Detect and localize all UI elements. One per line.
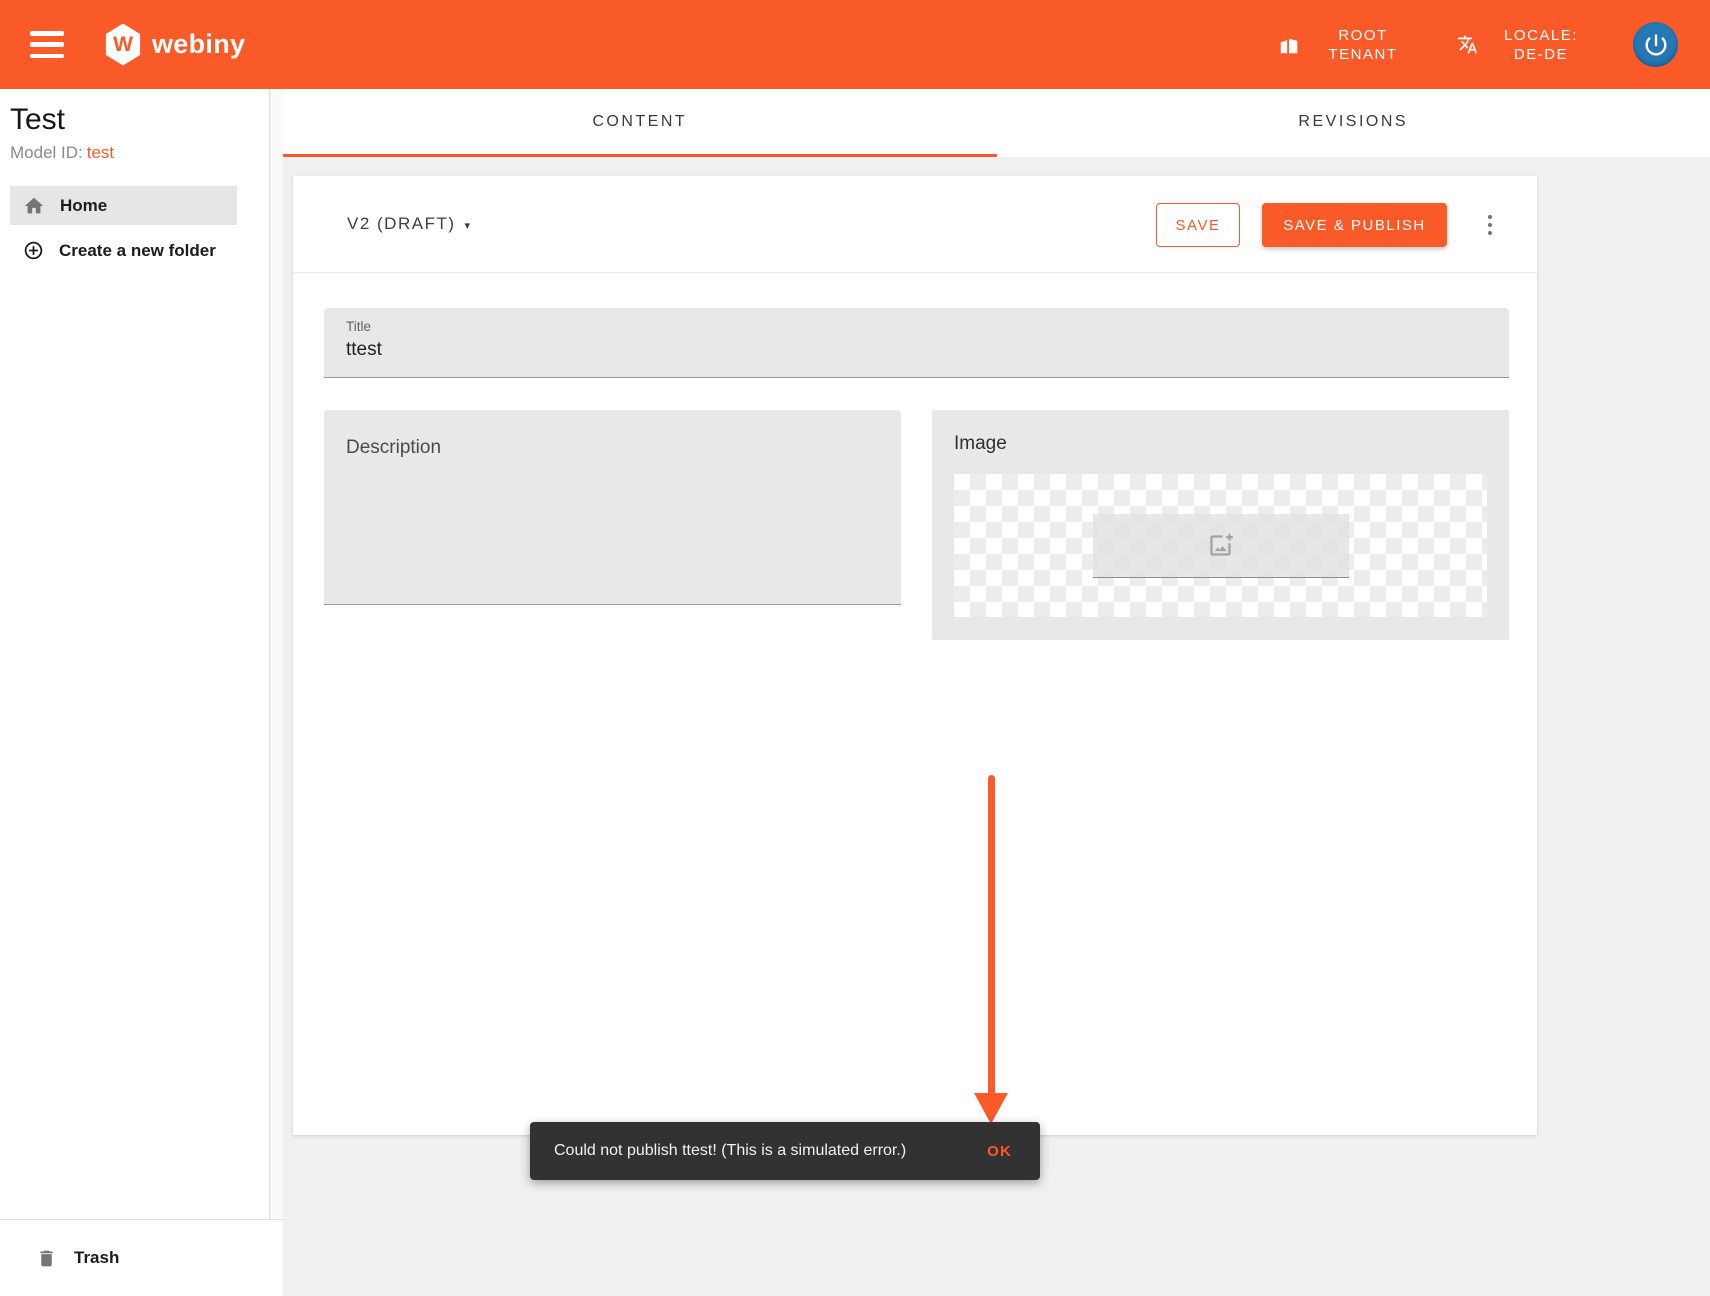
chevron-down-icon: ▾	[465, 220, 472, 232]
tenant-label: ROOT TENANT	[1317, 26, 1409, 64]
more-options-icon[interactable]	[1477, 206, 1503, 244]
sidebar-item-create-folder[interactable]: Create a new folder	[10, 231, 237, 270]
add-image-icon	[1207, 532, 1234, 559]
sidebar-item-trash[interactable]: Trash	[0, 1219, 283, 1296]
app-header: W webiny ROOT TENANT LOCALE: DE-DE	[0, 0, 1710, 89]
webiny-logo[interactable]: W webiny	[104, 24, 245, 66]
snackbar-ok-button[interactable]: OK	[973, 1133, 1026, 1170]
add-circle-icon	[23, 240, 44, 261]
title-field: Title	[324, 308, 1509, 378]
model-id: Model ID:test	[10, 143, 114, 163]
sidebar: Test Model ID:test Home Create a new fol…	[0, 89, 270, 1296]
trash-icon	[36, 1248, 57, 1269]
page-title: Test	[10, 103, 65, 137]
trash-label: Trash	[74, 1248, 119, 1268]
snackbar-message: Could not publish ttest! (This is a simu…	[554, 1142, 973, 1160]
description-field	[324, 410, 901, 605]
title-input[interactable]	[346, 339, 1446, 361]
snackbar: Could not publish ttest! (This is a simu…	[530, 1122, 1040, 1180]
annotation-arrow-shaft	[988, 775, 995, 1095]
tab-content[interactable]: CONTENT	[283, 89, 997, 157]
sidebar-gutter	[271, 89, 283, 1296]
home-icon	[23, 195, 45, 217]
description-input[interactable]	[324, 410, 901, 604]
revision-selector[interactable]: V2 (DRAFT) ▾	[347, 214, 472, 234]
header-right-cluster: ROOT TENANT LOCALE: DE-DE	[1277, 22, 1710, 67]
sidebar-item-home[interactable]: Home	[10, 186, 237, 225]
entry-form-card: V2 (DRAFT) ▾ SAVE SAVE & PUBLISH Title Im…	[293, 176, 1537, 1135]
image-field: Image	[932, 410, 1509, 640]
revision-label: V2 (DRAFT)	[347, 214, 456, 233]
sidebar-item-label: Home	[60, 196, 107, 216]
save-publish-button[interactable]: SAVE & PUBLISH	[1262, 203, 1447, 247]
brand-name: webiny	[152, 29, 245, 60]
locale-label: LOCALE: DE-DE	[1495, 26, 1587, 64]
building-icon	[1277, 33, 1301, 57]
model-id-label: Model ID:	[10, 143, 83, 162]
annotation-arrow-head	[974, 1093, 1008, 1124]
sidebar-item-label: Create a new folder	[59, 241, 216, 261]
locale-selector[interactable]: LOCALE: DE-DE	[1455, 26, 1587, 64]
menu-icon[interactable]	[30, 31, 64, 58]
user-avatar[interactable]	[1633, 22, 1678, 67]
image-upload-target[interactable]	[1093, 514, 1349, 578]
image-field-label: Image	[954, 433, 1007, 455]
tenant-selector[interactable]: ROOT TENANT	[1277, 26, 1409, 64]
model-id-value[interactable]: test	[87, 143, 114, 162]
tab-revisions[interactable]: REVISIONS	[997, 89, 1710, 157]
save-button[interactable]: SAVE	[1156, 203, 1240, 247]
webiny-hexagon-icon: W	[104, 24, 142, 66]
translate-icon	[1455, 33, 1479, 57]
entry-form-header: V2 (DRAFT) ▾ SAVE SAVE & PUBLISH	[293, 176, 1537, 273]
app-window: W webiny ROOT TENANT LOCALE: DE-DE Test	[0, 0, 1710, 1296]
tab-bar: CONTENT REVISIONS	[283, 89, 1710, 157]
power-icon	[1642, 31, 1670, 59]
image-dropzone[interactable]	[954, 474, 1487, 617]
title-field-label: Title	[346, 319, 371, 334]
